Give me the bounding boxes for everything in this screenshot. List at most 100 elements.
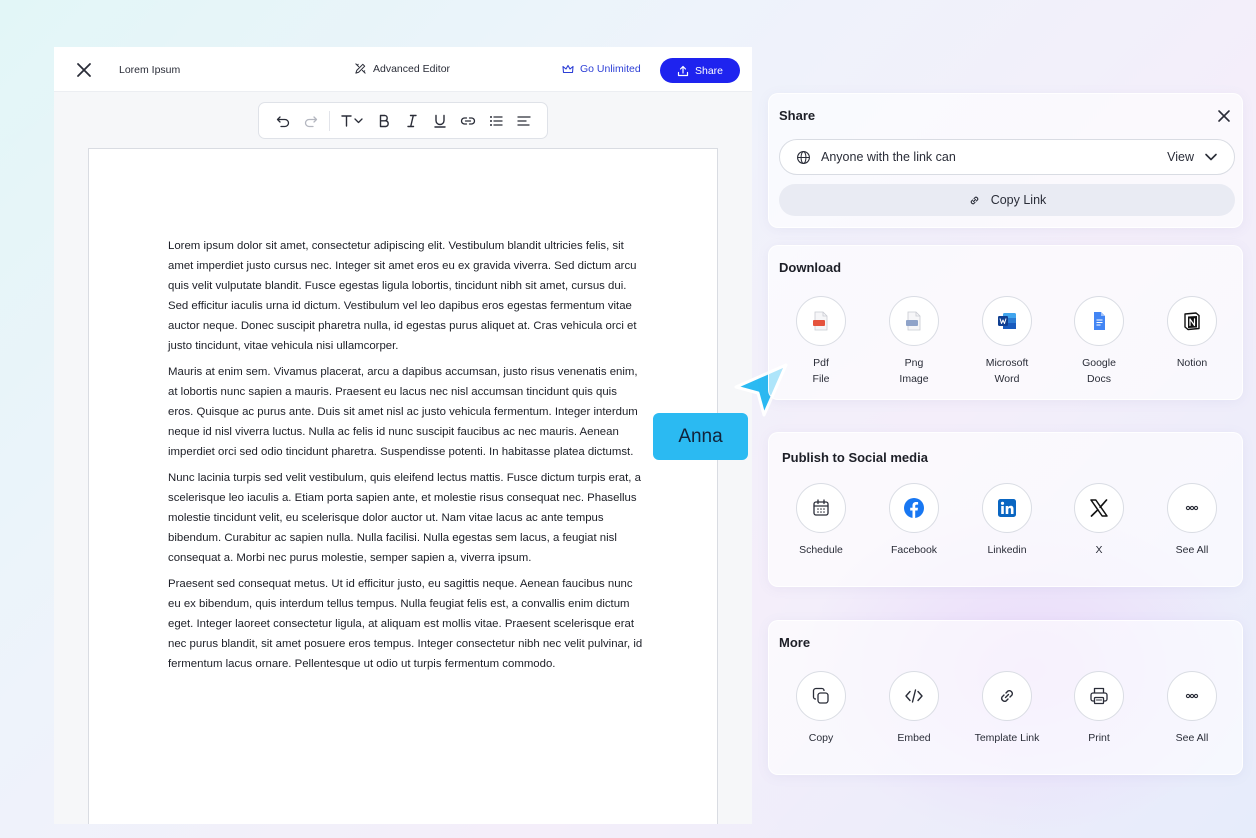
word-icon-circle: [982, 296, 1032, 346]
editor-topbar: Lorem Ipsum Advanced Editor Go Unlimited…: [54, 47, 752, 92]
template-link-label: Template Link: [974, 732, 1040, 744]
more-icon-circle: [1167, 671, 1217, 721]
paragraph: Nunc lacinia turpis sed velit vestibulum…: [168, 472, 641, 564]
copy-button[interactable]: Copy: [776, 671, 866, 746]
link-icon: [1001, 690, 1013, 702]
social-see-all-label: See All: [1175, 544, 1209, 556]
more-panel-title: More: [779, 635, 811, 650]
schedule-button[interactable]: Schedule: [776, 483, 866, 558]
bold-icon: [379, 114, 389, 127]
more-icon-circle: [1167, 483, 1217, 533]
document-title: Lorem Ipsum: [119, 64, 181, 76]
png-image-icon-circle: [889, 296, 939, 346]
facebook-label: Facebook: [890, 544, 938, 556]
word-icon: [998, 313, 1016, 329]
advanced-editor-button[interactable]: Advanced Editor: [354, 62, 450, 75]
download-word-button[interactable]: Microsoft Word: [962, 296, 1052, 387]
copy-link-label: Copy Link: [990, 193, 1047, 207]
advanced-editor-label: Advanced Editor: [373, 62, 451, 75]
paragraph: Lorem ipsum dolor sit amet, consectetur …: [168, 240, 637, 352]
paragraph: Mauris at enim sem. Vivamus placerat, ar…: [168, 366, 638, 458]
print-button[interactable]: Print: [1054, 671, 1144, 746]
chevron-down-icon: [1205, 153, 1217, 161]
linkedin-icon-circle: [982, 483, 1032, 533]
crown-icon: [562, 64, 574, 74]
bullet-list-button[interactable]: [482, 107, 510, 135]
more-options: Copy Embed Template Link Print See All: [769, 671, 1244, 771]
more-see-all-button[interactable]: See All: [1147, 671, 1237, 746]
google-docs-icon: [1094, 312, 1105, 330]
close-icon[interactable]: [1216, 108, 1232, 124]
redo-button[interactable]: [297, 107, 325, 135]
download-panel: Download Pdf File Png Image Microsoft Wo…: [768, 245, 1243, 400]
pdf-file-icon: [813, 311, 828, 331]
bullet-list-icon: [490, 115, 503, 126]
share-panel: Share Anyone with the link can View Copy…: [768, 93, 1243, 228]
download-pdf-button[interactable]: Pdf File: [776, 296, 866, 387]
linkedin-button[interactable]: Linkedin: [962, 483, 1052, 558]
social-panel-title: Publish to Social media: [782, 450, 928, 465]
facebook-button[interactable]: Facebook: [869, 483, 959, 558]
bold-button[interactable]: [370, 107, 398, 135]
document-page[interactable]: Lorem ipsum dolor sit amet, consectetur …: [88, 148, 718, 824]
link-icon: [970, 196, 979, 204]
more-icon: [1185, 693, 1199, 699]
formatting-toolbar: [258, 102, 548, 139]
print-label: Print: [1088, 732, 1110, 744]
link-access-value: View: [1167, 150, 1194, 164]
undo-icon: [276, 115, 290, 127]
embed-icon-circle: [889, 671, 939, 721]
editor-window: Lorem Ipsum Advanced Editor Go Unlimited…: [54, 47, 752, 824]
download-google-docs-button[interactable]: Google Docs: [1054, 296, 1144, 387]
embed-icon: [905, 689, 923, 703]
align-button[interactable]: [510, 107, 538, 135]
share-button-label: Share: [694, 64, 724, 77]
social-see-all-button[interactable]: See All: [1147, 483, 1237, 558]
text-type-icon: [341, 114, 363, 127]
copy-icon: [812, 687, 829, 704]
notion-icon-circle: [1167, 296, 1217, 346]
text-style-dropdown[interactable]: [334, 107, 370, 135]
download-pdf-label: Pdf File: [812, 357, 830, 385]
link-access-label: Anyone with the link can: [821, 150, 956, 164]
linkedin-label: Linkedin: [987, 544, 1027, 556]
link-button[interactable]: [454, 107, 482, 135]
png-image-icon: [906, 311, 921, 331]
link-icon-circle: [982, 671, 1032, 721]
calendar-icon: [813, 499, 829, 516]
print-icon: [1090, 687, 1108, 705]
underline-button[interactable]: [426, 107, 454, 135]
paragraph: Praesent sed consequat metus. Ut id effi…: [168, 578, 643, 670]
more-see-all-label: See All: [1175, 732, 1209, 744]
download-notion-button[interactable]: Notion: [1147, 296, 1237, 371]
x-label: X: [1095, 544, 1103, 556]
template-link-button[interactable]: Template Link: [962, 671, 1052, 746]
download-notion-label: Notion: [1176, 357, 1208, 369]
link-access-dropdown[interactable]: Anyone with the link can View: [779, 139, 1235, 175]
toolbar-divider: [329, 110, 330, 131]
close-icon[interactable]: [74, 60, 94, 80]
embed-label: Embed: [897, 732, 931, 744]
document-body[interactable]: Lorem ipsum dolor sit amet, consectetur …: [168, 236, 643, 680]
link-icon: [460, 116, 476, 125]
globe-icon: [797, 150, 810, 164]
facebook-icon-circle: [889, 483, 939, 533]
social-panel: Publish to Social media Schedule Faceboo: [768, 432, 1243, 587]
calendar-icon-circle: [796, 483, 846, 533]
download-panel-title: Download: [779, 260, 842, 275]
go-unlimited-label: Go Unlimited: [580, 63, 641, 75]
share-panel-title: Share: [779, 108, 816, 123]
x-button[interactable]: X: [1054, 483, 1144, 558]
google-docs-icon-circle: [1074, 296, 1124, 346]
italic-icon: [407, 114, 417, 127]
italic-button[interactable]: [398, 107, 426, 135]
align-left-icon: [517, 115, 531, 126]
collaborator-name-label: Anna: [653, 413, 748, 460]
go-unlimited-link[interactable]: Go Unlimited: [562, 63, 641, 75]
copy-link-button[interactable]: Copy Link: [779, 184, 1235, 216]
download-png-button[interactable]: Png Image: [869, 296, 959, 387]
share-button[interactable]: Share: [660, 58, 740, 83]
undo-button[interactable]: [269, 107, 297, 135]
embed-button[interactable]: Embed: [869, 671, 959, 746]
pdf-file-icon-circle: [796, 296, 846, 346]
